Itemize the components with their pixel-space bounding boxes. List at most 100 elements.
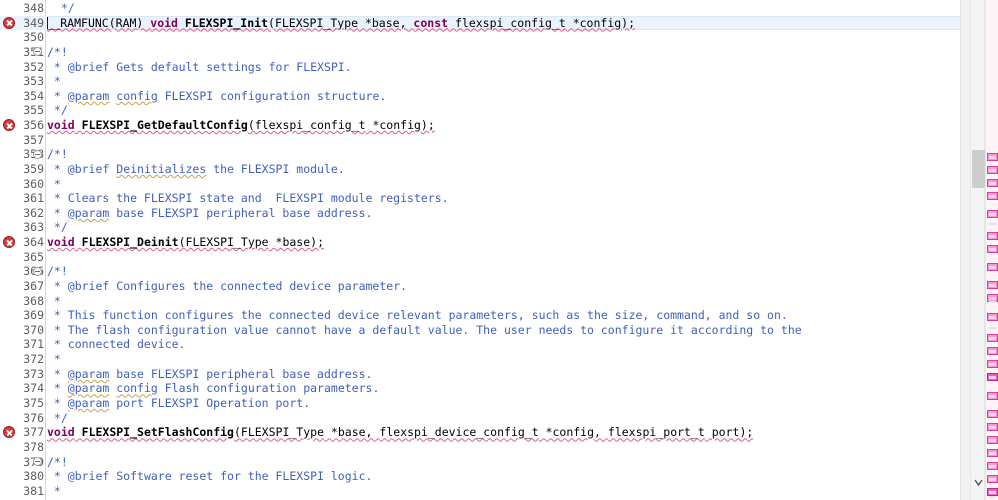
code-line[interactable]: * @brief Gets default settings for FLEXS… <box>47 60 960 75</box>
code-line[interactable]: * <box>47 74 960 89</box>
overview-ruler-marker[interactable] <box>987 334 998 342</box>
code-token: /*! <box>47 454 68 469</box>
code-line[interactable]: * <box>47 177 960 192</box>
overview-ruler-marker[interactable] <box>987 475 998 483</box>
code-line[interactable]: */ <box>47 103 960 118</box>
code-line[interactable]: /*! <box>47 147 960 162</box>
code-line[interactable]: void FLEXSPI_Deinit(FLEXSPI_Type *base); <box>47 235 960 250</box>
code-line[interactable]: */ <box>47 1 960 16</box>
source-code-editor[interactable]: 3483493503513523533543553563573583593603… <box>0 0 998 500</box>
vertical-scrollbar[interactable] <box>970 0 985 500</box>
overview-ruler-marker[interactable] <box>987 360 998 368</box>
overview-ruler-marker[interactable] <box>987 347 998 355</box>
overview-ruler-marker[interactable] <box>987 281 998 289</box>
overview-ruler-marker[interactable] <box>987 232 998 240</box>
overview-ruler-marker[interactable] <box>987 153 998 161</box>
code-line[interactable]: * @param port FLEXSPI Operation port. <box>47 396 960 411</box>
code-line[interactable]: * connected device. <box>47 337 960 352</box>
overview-ruler-marker[interactable] <box>987 192 998 200</box>
code-line[interactable]: /*! <box>47 264 960 279</box>
code-line[interactable]: */ <box>47 411 960 426</box>
code-line[interactable]: * <box>47 294 960 309</box>
code-line-text: void FLEXSPI_Deinit(FLEXSPI_Type *base); <box>47 235 324 249</box>
code-token: ( <box>178 235 186 250</box>
code-line[interactable]: * <box>47 484 960 499</box>
code-token: *config); <box>565 15 636 30</box>
code-line-text: /*! <box>47 147 68 161</box>
code-text-area[interactable]: */__RAMFUNC(RAM) void FLEXSPI_Init(FLEXS… <box>47 0 960 500</box>
code-line[interactable]: * @param base FLEXSPI peripheral base ad… <box>47 367 960 382</box>
ruler-gap <box>960 0 970 500</box>
code-line[interactable]: */ <box>47 220 960 235</box>
chevron-down-icon[interactable] <box>974 478 983 487</box>
code-token: Software reset for the FLEXSPI logic. <box>109 469 373 484</box>
scrollbar-thumb[interactable] <box>972 150 985 188</box>
overview-ruler-marker[interactable] <box>987 166 998 174</box>
code-line-text: * @brief Software reset for the FLEXSPI … <box>47 469 373 484</box>
error-marker-icon[interactable] <box>3 119 15 132</box>
overview-ruler-marker[interactable] <box>987 423 998 431</box>
code-token: @param <box>67 205 110 220</box>
overview-ruler-marker[interactable] <box>987 313 998 321</box>
code-line[interactable] <box>47 440 960 455</box>
code-token: @brief <box>67 161 110 176</box>
code-token: * <box>47 88 68 103</box>
overview-ruler-marker[interactable] <box>987 392 998 400</box>
code-line[interactable] <box>47 250 960 265</box>
code-token: */ <box>60 1 75 15</box>
code-token: FLEXSPI configuration structure. <box>157 88 387 103</box>
code-line[interactable]: * @param config Flash configuration para… <box>47 381 960 396</box>
overview-ruler-marker[interactable] <box>987 210 998 218</box>
code-token: FLEXSPI_Type <box>274 15 359 30</box>
code-line[interactable]: /*! <box>47 45 960 60</box>
code-line[interactable]: * Clears the FLEXSPI state and FLEXSPI m… <box>47 191 960 206</box>
code-line[interactable] <box>47 30 960 45</box>
code-token: * <box>47 483 61 498</box>
code-token: * <box>47 469 68 484</box>
code-line[interactable]: * <box>47 352 960 367</box>
overview-ruler-marker[interactable] <box>987 410 998 418</box>
code-line[interactable]: void FLEXSPI_GetDefaultConfig(flexspi_co… <box>47 118 960 133</box>
error-marker-icon[interactable] <box>3 426 15 439</box>
code-folding-column[interactable] <box>33 0 46 500</box>
overview-ruler[interactable] <box>985 0 998 500</box>
overview-ruler-marker[interactable] <box>987 373 998 381</box>
overview-ruler-marker[interactable] <box>987 462 998 470</box>
code-token: */ <box>47 103 68 118</box>
overview-ruler-tick <box>989 223 996 225</box>
code-line-text: */ <box>47 220 68 234</box>
code-line[interactable]: * @brief Software reset for the FLEXSPI … <box>47 469 960 484</box>
code-token: * <box>47 176 61 191</box>
code-line-text: * @brief Configures the connected device… <box>47 279 407 293</box>
overview-ruler-marker[interactable] <box>987 449 998 457</box>
code-token: @brief <box>67 59 110 74</box>
code-line[interactable]: * This function configures the connected… <box>47 308 960 323</box>
code-token: FLEXSPI_Type <box>240 425 324 440</box>
code-token: ( <box>247 118 255 133</box>
overview-ruler-marker[interactable] <box>987 263 998 271</box>
overview-ruler-marker[interactable] <box>987 488 998 496</box>
overview-ruler-tick <box>989 327 996 329</box>
code-line[interactable]: * @brief Configures the connected device… <box>47 279 960 294</box>
error-marker-icon[interactable] <box>3 16 15 29</box>
fold-collapse-icon[interactable] <box>33 149 42 159</box>
fold-collapse-icon[interactable] <box>33 266 42 276</box>
code-line[interactable] <box>47 133 960 148</box>
code-line-text: * @param base FLEXSPI peripheral base ad… <box>47 205 373 220</box>
code-line[interactable]: * @param base FLEXSPI peripheral base ad… <box>47 206 960 221</box>
error-marker-icon[interactable] <box>3 236 15 249</box>
code-line[interactable]: /*! <box>47 455 960 470</box>
fold-collapse-icon[interactable] <box>33 47 42 57</box>
code-line-text: void FLEXSPI_SetFlashConfig(FLEXSPI_Type… <box>47 425 753 439</box>
code-line[interactable]: __RAMFUNC(RAM) void FLEXSPI_Init(FLEXSPI… <box>47 15 960 31</box>
code-token: * <box>47 205 68 220</box>
fold-collapse-icon[interactable] <box>33 457 42 467</box>
code-line[interactable]: * The flash configuration value cannot h… <box>47 323 960 338</box>
overview-ruler-marker[interactable] <box>987 436 998 444</box>
code-line[interactable]: * @param config FLEXSPI configuration st… <box>47 89 960 104</box>
overview-ruler-marker[interactable] <box>987 179 998 187</box>
code-token: *base, <box>324 425 380 440</box>
code-line[interactable]: * @brief Deinitializes the FLEXSPI modul… <box>47 162 960 177</box>
code-line[interactable]: void FLEXSPI_SetFlashConfig(FLEXSPI_Type… <box>47 425 960 440</box>
overview-ruler-marker[interactable] <box>987 245 998 253</box>
